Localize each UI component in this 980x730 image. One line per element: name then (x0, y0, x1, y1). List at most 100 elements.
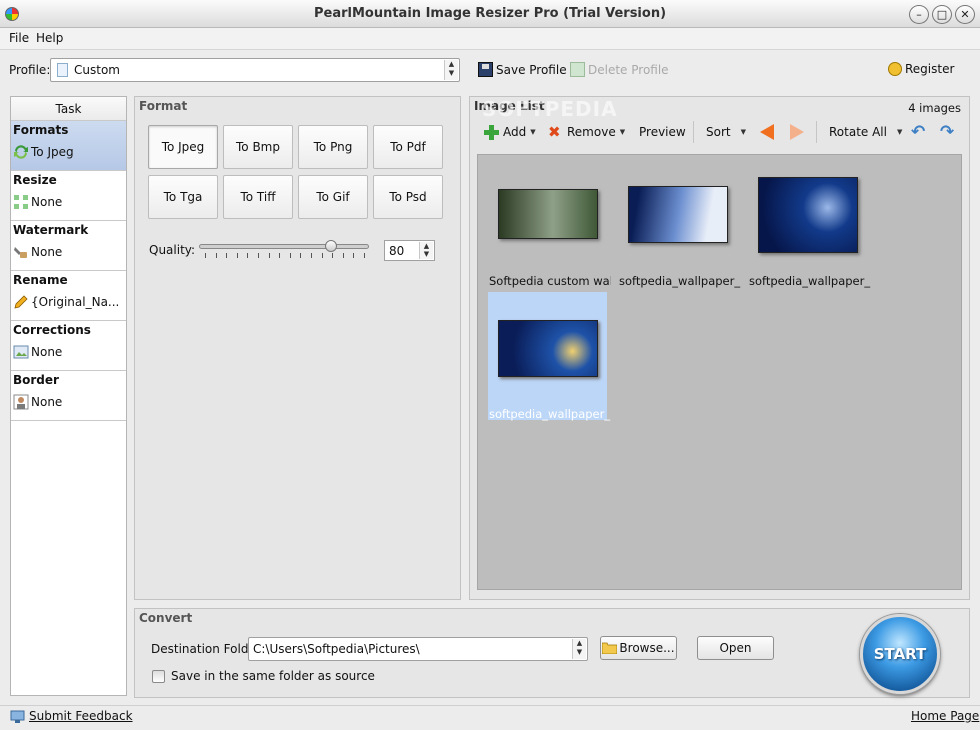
thumbnail-label[interactable]: softpedia_wallpaper_... (489, 407, 611, 421)
quality-label: Quality: (149, 243, 196, 257)
home-page-link[interactable]: Home Page (911, 709, 979, 723)
convert-title: Convert (139, 611, 193, 625)
rotate-all-button[interactable]: Rotate All ▼ (829, 118, 902, 146)
plus-icon (484, 124, 499, 140)
convert-icon (14, 145, 28, 159)
window-title: PearlMountain Image Resizer Pro (Trial V… (313, 6, 667, 21)
arrow-left-icon (760, 124, 774, 140)
rotate-right-button[interactable]: ↷ (940, 118, 954, 146)
task-title: Rename (13, 273, 68, 287)
rotate-right-icon: ↷ (940, 122, 955, 142)
format-tga-button[interactable]: To Tga (148, 175, 218, 219)
task-item-watermark[interactable]: Watermark None (11, 221, 126, 271)
quality-slider-track[interactable] (199, 244, 369, 249)
menu-file[interactable]: File (9, 31, 29, 45)
destination-folder-value: C:\Users\Softpedia\Pictures\ (253, 642, 420, 656)
chevron-down-icon: ▼ (530, 128, 536, 136)
status-bar: Submit Feedback Home Page (0, 705, 980, 730)
profile-value: Custom (74, 63, 120, 77)
format-gif-button[interactable]: To Gif (298, 175, 368, 219)
move-left-button[interactable] (760, 118, 774, 146)
task-value: {Original_Na... (31, 295, 120, 309)
same-folder-label: Save in the same folder as source (171, 669, 375, 683)
rotate-left-button[interactable]: ↶ (911, 118, 925, 146)
task-item-formats[interactable]: Formats To Jpeg (11, 121, 126, 171)
task-title: Corrections (13, 323, 91, 337)
feedback-icon (10, 710, 25, 723)
folder-icon (602, 642, 618, 654)
task-title: Resize (13, 173, 57, 187)
delete-profile-button[interactable]: Delete Profile (570, 62, 669, 77)
menu-help[interactable]: Help (36, 31, 63, 45)
spin-arrows-icon[interactable]: ▲ ▼ (419, 242, 433, 259)
format-title: Format (139, 99, 188, 113)
quality-slider-thumb[interactable] (325, 240, 337, 252)
task-value: None (31, 195, 63, 209)
format-panel: Format (134, 96, 461, 600)
pencil-icon (14, 295, 28, 309)
thumbnail-label[interactable]: softpedia_wallpaper_... (619, 274, 741, 288)
toolbar-separator (693, 121, 694, 143)
submit-feedback-link[interactable]: Submit Feedback (29, 709, 133, 723)
thumbnail-label[interactable]: Softpedia custom wall... (489, 274, 611, 288)
task-value: None (31, 395, 63, 409)
key-icon (888, 62, 902, 76)
task-item-rename[interactable]: Rename {Original_Na... (11, 271, 126, 321)
start-button[interactable]: START (860, 614, 940, 694)
watermark-icon (14, 247, 27, 258)
border-icon (13, 394, 29, 410)
chevron-down-icon: ▼ (740, 128, 746, 136)
document-icon (57, 63, 68, 77)
minimize-button[interactable]: – (909, 5, 929, 24)
register-button[interactable]: Register (888, 62, 954, 76)
rotate-all-label: Rotate All (829, 125, 887, 139)
chevron-updown-icon[interactable]: ▲ ▼ (572, 639, 586, 659)
destination-folder-select[interactable]: C:\Users\Softpedia\Pictures\ ▲ ▼ (248, 637, 588, 661)
arrow-right-icon (790, 124, 804, 140)
thumbnail-image[interactable] (628, 186, 728, 243)
thumbnail-image[interactable] (758, 177, 858, 253)
format-pdf-button[interactable]: To Pdf (373, 125, 443, 169)
profile-bar: Profile: Custom ▲ ▼ Save Profile Delete P… (0, 52, 980, 90)
close-button[interactable]: ✕ (955, 5, 975, 24)
save-icon (478, 62, 493, 77)
task-title: Watermark (13, 223, 89, 237)
task-title: Border (13, 373, 59, 387)
task-item-corrections[interactable]: Corrections None (11, 321, 126, 371)
maximize-button[interactable]: □ (932, 5, 952, 24)
thumbnail-image[interactable] (498, 320, 598, 377)
menu-bar: File Help (0, 28, 980, 50)
move-right-button[interactable] (790, 118, 804, 146)
thumbnail-label[interactable]: softpedia_wallpaper_... (749, 274, 871, 288)
task-item-resize[interactable]: Resize None (11, 171, 126, 221)
profile-select[interactable]: Custom ▲ ▼ (50, 58, 460, 82)
preview-button[interactable]: Preview (639, 118, 686, 146)
save-profile-label: Save Profile (496, 62, 567, 77)
add-label: Add (503, 125, 527, 139)
chevron-updown-icon[interactable]: ▲ ▼ (444, 60, 458, 80)
quality-spinbox[interactable]: 80 ▲ ▼ (384, 240, 435, 261)
task-item-border[interactable]: Border None (11, 371, 126, 421)
remove-label: Remove (567, 125, 616, 139)
format-png-button[interactable]: To Png (298, 125, 368, 169)
thumbnail-image[interactable] (498, 189, 598, 239)
task-title: Formats (13, 123, 69, 137)
format-tiff-button[interactable]: To Tiff (223, 175, 293, 219)
save-profile-button[interactable]: Save Profile (478, 62, 567, 77)
format-psd-button[interactable]: To Psd (373, 175, 443, 219)
sort-button[interactable]: Sort ▼ (706, 118, 746, 146)
register-label: Register (905, 62, 955, 76)
same-folder-checkbox[interactable] (152, 670, 165, 683)
remove-button[interactable]: ✖ Remove ▼ (548, 118, 625, 146)
title-bar: PearlMountain Image Resizer Pro (Trial V… (0, 0, 980, 28)
format-jpeg-button[interactable]: To Jpeg (148, 125, 218, 169)
browse-button[interactable]: Browse... (600, 636, 677, 660)
open-button[interactable]: Open (697, 636, 774, 660)
add-button[interactable]: Add ▼ (484, 118, 536, 146)
browse-label: Browse... (619, 641, 675, 655)
task-panel: Task Formats To Jpeg Resize None Waterma… (10, 96, 127, 696)
resize-icon (14, 195, 28, 209)
format-bmp-button[interactable]: To Bmp (223, 125, 293, 169)
chevron-down-icon: ▼ (619, 128, 626, 136)
sort-label: Sort (706, 125, 731, 139)
